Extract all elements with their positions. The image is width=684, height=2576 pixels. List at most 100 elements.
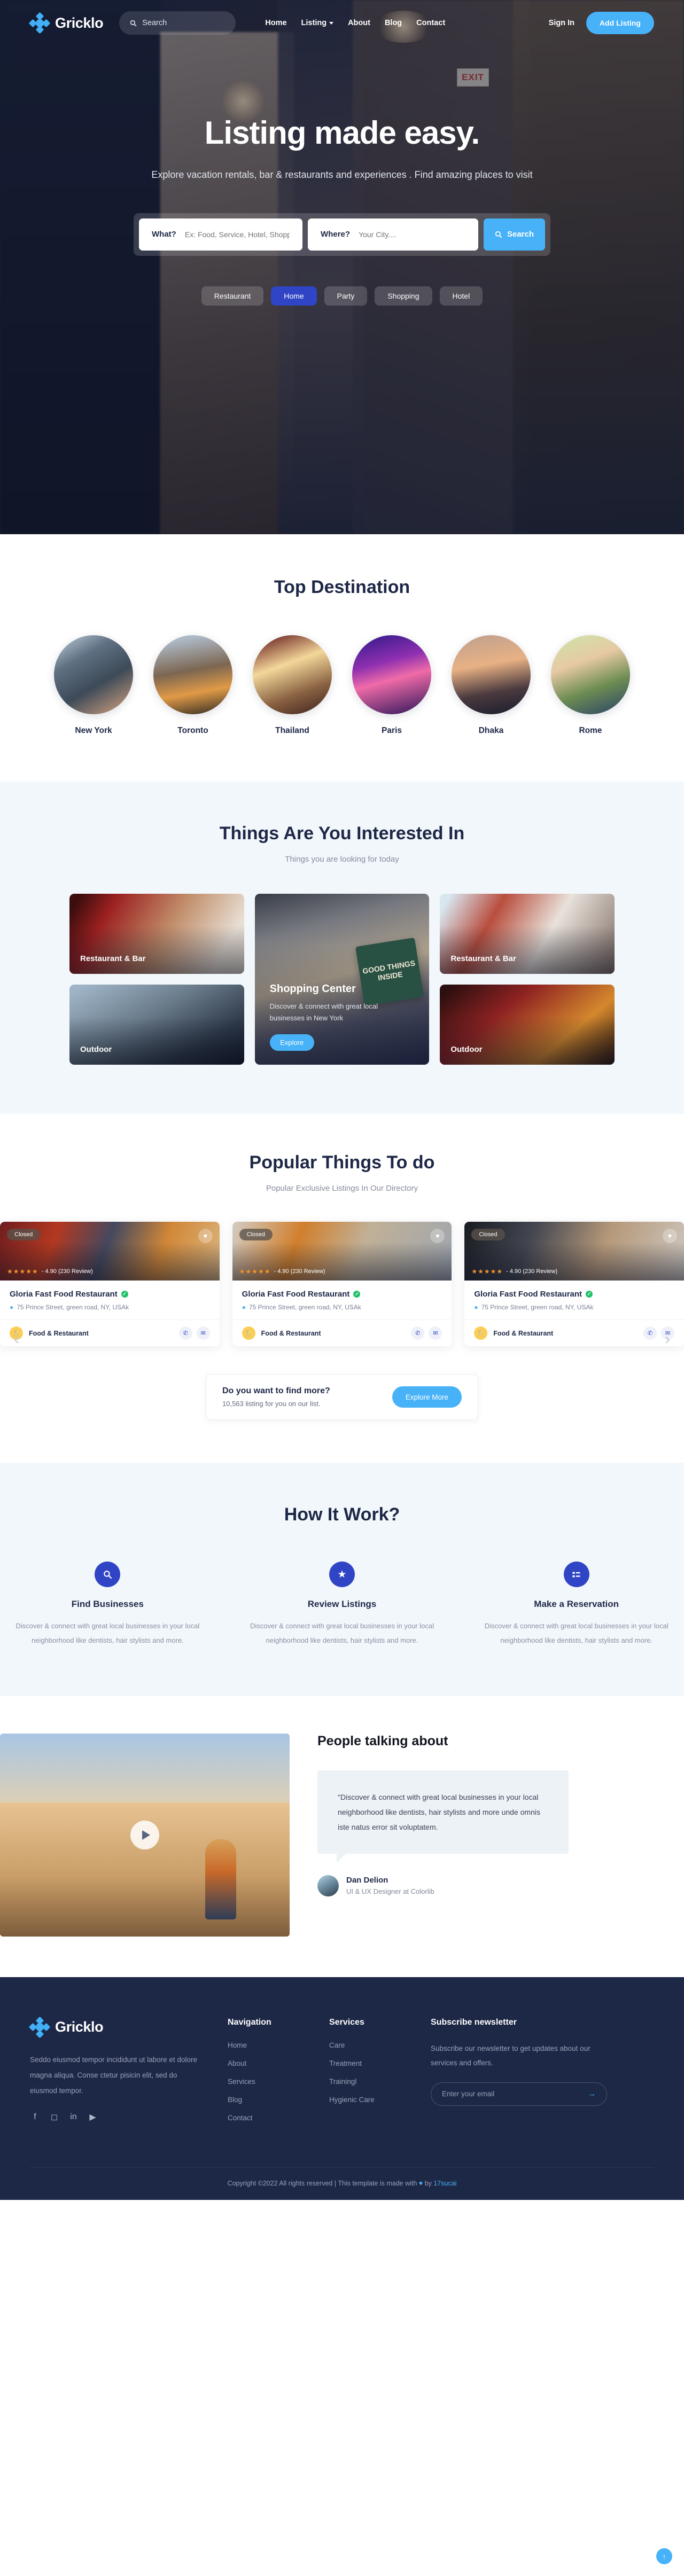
- destination-label: New York: [75, 726, 112, 735]
- popular-section: ‹ › Popular Things To do Popular Exclusi…: [0, 1114, 684, 1463]
- footer-link-contact[interactable]: Contact: [228, 2114, 308, 2122]
- how-it-works-section: How It Work? Find Businesses Discover & …: [0, 1463, 684, 1696]
- footer-link-treatment[interactable]: Treatment: [329, 2059, 409, 2067]
- destination-dhaka[interactable]: Dhaka: [452, 635, 531, 736]
- linkedin-icon[interactable]: in: [68, 2112, 79, 2122]
- explore-more-button[interactable]: Explore More: [392, 1386, 462, 1408]
- phone-icon[interactable]: ✆: [178, 1326, 192, 1340]
- phone-icon[interactable]: ✆: [643, 1326, 657, 1340]
- youtube-icon[interactable]: ▶: [88, 2112, 98, 2122]
- footer-link-training[interactable]: Trainingl: [329, 2078, 409, 2086]
- copyright-brand-link[interactable]: 17sucai: [433, 2180, 456, 2187]
- pill-hotel[interactable]: Hotel: [439, 286, 483, 306]
- favorite-heart-icon[interactable]: ♥: [198, 1229, 213, 1243]
- destination-rome[interactable]: Rome: [551, 635, 630, 736]
- where-input[interactable]: [359, 230, 465, 239]
- favorite-heart-icon[interactable]: ♥: [663, 1229, 678, 1243]
- what-input[interactable]: [184, 230, 290, 239]
- mail-icon[interactable]: ✉: [429, 1326, 442, 1340]
- footer-description: Seddo eiusmod tempor incididunt ut labor…: [30, 2055, 197, 2095]
- chevron-down-icon: [329, 21, 334, 25]
- destination-label: Toronto: [177, 726, 208, 735]
- listing-card[interactable]: Closed ♥ ★★★★★ - 4.90 (230 Review) Glori…: [0, 1222, 220, 1346]
- nav-link-home[interactable]: Home: [265, 19, 286, 27]
- destination-title: Top Destination: [274, 577, 410, 597]
- newsletter-input-group[interactable]: →: [431, 2082, 607, 2106]
- list-icon: [563, 1562, 589, 1587]
- footer-link-services[interactable]: Services: [228, 2078, 308, 2086]
- step-make-a-reservation: Make a Reservation Discover & connect wi…: [469, 1562, 684, 1648]
- listing-name: Gloria Fast Food Restaurant: [474, 1290, 582, 1299]
- listing-footer: 🍴 Food & Restaurant ✆ ✉: [0, 1320, 220, 1346]
- scroll-to-top-button[interactable]: ↑: [656, 2548, 672, 2564]
- newsletter-submit-arrow-icon[interactable]: →: [588, 2089, 596, 2098]
- search-icon: [495, 231, 502, 238]
- listing-card[interactable]: Closed ♥ ★★★★★ - 4.90 (230 Review) Glori…: [464, 1222, 684, 1346]
- popular-subtitle: Popular Exclusive Listings In Our Direct…: [266, 1184, 418, 1193]
- listing-card[interactable]: Closed ♥ ★★★★★ - 4.90 (230 Review) Glori…: [232, 1222, 452, 1346]
- interest-card-restaurant-bar-left[interactable]: Restaurant & Bar: [69, 894, 244, 974]
- nav-right-actions: Sign In Add Listing: [549, 12, 654, 34]
- nav-search-box[interactable]: Search: [119, 11, 236, 35]
- pill-party[interactable]: Party: [324, 286, 368, 306]
- status-badge: Closed: [239, 1229, 273, 1240]
- destination-toronto[interactable]: Toronto: [153, 635, 232, 736]
- rating-text: - 4.90 (230 Review): [41, 1268, 93, 1275]
- facebook-icon[interactable]: f: [30, 2112, 40, 2122]
- nav-link-contact[interactable]: Contact: [416, 19, 445, 27]
- nav-link-blog[interactable]: Blog: [385, 19, 402, 27]
- footer-link-care[interactable]: Care: [329, 2041, 409, 2049]
- destination-image: [153, 635, 232, 714]
- pill-shopping[interactable]: Shopping: [375, 286, 432, 306]
- footer-link-home[interactable]: Home: [228, 2041, 308, 2049]
- nav-link-listing[interactable]: Listing: [301, 19, 334, 27]
- destination-image: [551, 635, 630, 714]
- interest-card-outdoor-left[interactable]: Outdoor: [69, 985, 244, 1065]
- featured-explore-button[interactable]: Explore: [269, 1034, 314, 1051]
- phone-icon[interactable]: ✆: [411, 1326, 425, 1340]
- newsletter-email-input[interactable]: [442, 2090, 588, 2098]
- pill-restaurant[interactable]: Restaurant: [201, 286, 264, 306]
- interest-card-outdoor-right[interactable]: Outdoor: [440, 985, 615, 1065]
- logo-text: Gricklo: [55, 14, 104, 31]
- listing-actions: ✆ ✉: [178, 1326, 210, 1340]
- footer-logo[interactable]: Gricklo: [28, 2016, 190, 2038]
- verified-badge-icon: ✓: [353, 1291, 361, 1298]
- destination-new-york[interactable]: New York: [54, 635, 133, 736]
- mail-icon[interactable]: ✉: [196, 1326, 210, 1340]
- carousel-prev-icon[interactable]: ‹: [14, 1330, 19, 1348]
- add-listing-button[interactable]: Add Listing: [586, 12, 654, 34]
- listing-footer: 🍴 Food & Restaurant ✆ ✉: [464, 1320, 684, 1346]
- good-things-inside-sign: GOOD THINGS INSIDE: [355, 937, 424, 1006]
- location-pin-icon: ●: [474, 1303, 478, 1311]
- hero-search-button[interactable]: Search: [484, 218, 545, 251]
- what-field[interactable]: What?: [139, 218, 303, 251]
- sign-in-link[interactable]: Sign In: [549, 19, 574, 27]
- star-icons: ★★★★★: [239, 1268, 271, 1275]
- step-description: Discover & connect with great local busi…: [250, 1622, 434, 1645]
- play-button-icon[interactable]: [130, 1820, 159, 1849]
- star-badge-icon: ★: [329, 1562, 355, 1587]
- step-title: Make a Reservation: [534, 1599, 619, 1609]
- interest-card-restaurant-bar-right[interactable]: Restaurant & Bar: [440, 894, 615, 974]
- nav-link-about[interactable]: About: [348, 19, 370, 27]
- interest-featured-shopping-center[interactable]: GOOD THINGS INSIDE Shopping Center Disco…: [254, 894, 430, 1065]
- where-field[interactable]: Where?: [308, 218, 478, 251]
- listing-cards: Closed ♥ ★★★★★ - 4.90 (230 Review) Glori…: [0, 1222, 684, 1346]
- destination-image: [452, 635, 531, 714]
- footer-navigation-column: Navigation Home About Services Blog Cont…: [228, 2018, 308, 2132]
- testimonial-section: People talking about "Discover & connect…: [0, 1696, 684, 1977]
- testimonial-video[interactable]: [0, 1733, 290, 1937]
- carousel-next-icon[interactable]: ›: [665, 1330, 670, 1348]
- pill-home[interactable]: Home: [271, 286, 317, 306]
- destination-paris[interactable]: Paris: [352, 635, 431, 736]
- listing-image: Closed ♥ ★★★★★ - 4.90 (230 Review): [464, 1222, 684, 1281]
- footer-link-blog[interactable]: Blog: [228, 2096, 308, 2104]
- interests-section: Things Are You Interested In Things you …: [0, 782, 684, 1114]
- destination-thailand[interactable]: Thailand: [253, 635, 332, 736]
- favorite-heart-icon[interactable]: ♥: [430, 1229, 445, 1243]
- footer-link-about[interactable]: About: [228, 2059, 308, 2067]
- footer-link-hygienic-care[interactable]: Hygienic Care: [329, 2096, 409, 2104]
- site-logo[interactable]: Gricklo: [28, 12, 104, 34]
- instagram-icon[interactable]: ◻: [49, 2112, 59, 2122]
